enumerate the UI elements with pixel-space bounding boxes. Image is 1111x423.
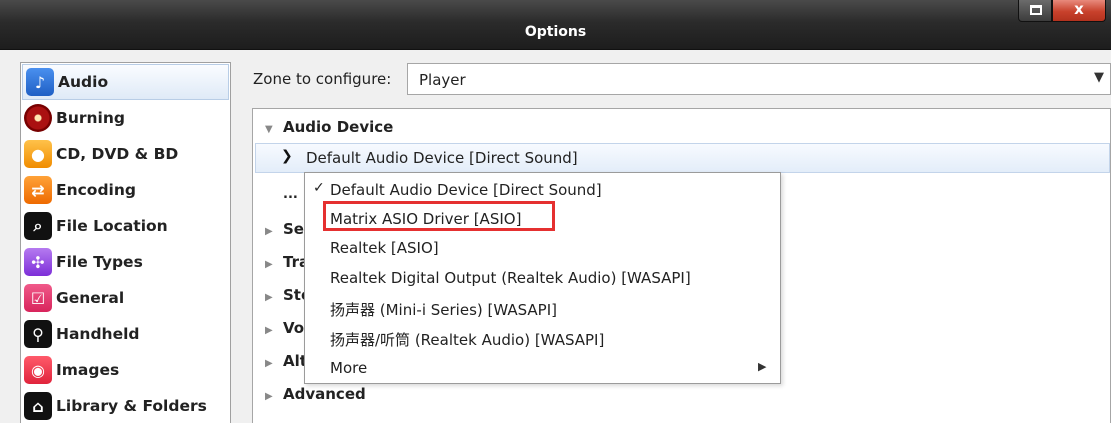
tree-group-audio-device[interactable]: ▼ Audio Device xyxy=(265,118,393,136)
sidebar-item-encoding[interactable]: ⇄ Encoding xyxy=(21,172,230,208)
music-note-icon: ♪ xyxy=(26,68,54,96)
cd-icon: ● xyxy=(24,140,52,168)
dropdown-option[interactable]: Realtek [ASIO] xyxy=(305,235,780,261)
window-title: Options xyxy=(524,24,587,40)
dropdown-option-label: Default Audio Device [Direct Sound] xyxy=(330,181,602,199)
highlight-annotation xyxy=(323,201,555,231)
sidebar-item-label: File Location xyxy=(56,217,168,235)
chevron-down-icon[interactable]: ▼ xyxy=(1094,70,1104,85)
tree-group-alt[interactable]: ▶ Alt xyxy=(265,352,307,370)
sidebar-item-label: Handheld xyxy=(56,325,140,343)
collapsed-triangle-icon[interactable]: ▶ xyxy=(265,292,277,303)
zone-label: Zone to configure: xyxy=(253,70,392,88)
usb-icon: ⚲ xyxy=(24,320,52,348)
dropdown-option-more[interactable]: More ▶ xyxy=(305,355,780,381)
sidebar-item-cd-dvd-bd[interactable]: ● CD, DVD & BD xyxy=(21,136,230,172)
sidebar-item-audio[interactable]: ♪ Audio xyxy=(22,64,229,100)
sidebar-item-file-types[interactable]: ✣ File Types xyxy=(21,244,230,280)
collapsed-triangle-icon[interactable]: ▶ xyxy=(265,391,277,402)
file-location-icon: ⌕ xyxy=(24,212,52,240)
collapsed-triangle-icon[interactable]: ▶ xyxy=(265,358,277,369)
sidebar-item-images[interactable]: ◉ Images xyxy=(21,352,230,388)
sidebar-item-label: Burning xyxy=(56,109,125,127)
sidebar-item-label: General xyxy=(56,289,125,307)
sidebar-item-label: Library & Folders xyxy=(56,397,207,415)
close-icon: x xyxy=(1074,0,1084,18)
tree-group-tra[interactable]: ▶ Tra xyxy=(265,253,309,271)
sidebar-item-handheld[interactable]: ⚲ Handheld xyxy=(21,316,230,352)
dropdown-option[interactable]: 扬声器 (Mini-i Series) [WASAPI] xyxy=(305,295,780,321)
dropdown-option[interactable]: 扬声器/听筒 (Realtek Audio) [WASAPI] xyxy=(305,325,780,351)
submenu-arrow-icon: ▶ xyxy=(758,360,767,373)
collapsed-triangle-icon[interactable]: ▶ xyxy=(265,325,277,336)
tree-group-se[interactable]: ▶ Se xyxy=(265,220,304,238)
tree-group-label: Vo xyxy=(283,319,305,337)
camera-icon: ◉ xyxy=(24,356,52,384)
zone-select-value: Player xyxy=(419,71,466,89)
encoding-icon: ⇄ xyxy=(24,176,52,204)
tree-group-label: Se xyxy=(283,220,304,238)
maximize-icon xyxy=(1030,5,1042,15)
tree-group-advanced[interactable]: ▶ Advanced xyxy=(265,385,366,403)
sidebar-item-label: Images xyxy=(56,361,120,379)
expanded-triangle-icon[interactable]: ▼ xyxy=(265,124,277,135)
tree-group-label: Audio Device xyxy=(283,118,394,136)
chevron-down-icon: ❯ xyxy=(281,148,293,164)
audio-device-dropdown: ✓ Default Audio Device [Direct Sound] Ma… xyxy=(304,172,781,384)
sidebar-item-file-location[interactable]: ⌕ File Location xyxy=(21,208,230,244)
collapsed-triangle-icon[interactable]: ▶ xyxy=(265,226,277,237)
close-button[interactable]: x xyxy=(1052,0,1106,22)
title-bar: Options x xyxy=(0,0,1111,50)
checkmark-icon: ✓ xyxy=(313,180,325,196)
sidebar-item-general[interactable]: ☑ General xyxy=(21,280,230,316)
options-sidebar: ♪ Audio Burning ● CD, DVD & BD ⇄ Encodin… xyxy=(20,62,231,423)
audio-device-value: Default Audio Device [Direct Sound] xyxy=(306,149,578,167)
tree-group-vo[interactable]: ▶ Vo xyxy=(265,319,304,337)
sidebar-item-library-folders[interactable]: ⌂ Library & Folders xyxy=(21,388,230,423)
maximize-button[interactable] xyxy=(1018,0,1052,22)
dropdown-option[interactable]: Realtek Digital Output (Realtek Audio) [… xyxy=(305,265,780,291)
dropdown-option-label: Realtek Digital Output (Realtek Audio) [… xyxy=(330,269,691,287)
audio-device-select[interactable]: ❯ Default Audio Device [Direct Sound] xyxy=(255,143,1110,173)
puzzle-icon: ✣ xyxy=(24,248,52,276)
dropdown-option-label: 扬声器/听筒 (Realtek Audio) [WASAPI] xyxy=(330,331,605,349)
more-settings-button[interactable]: ... xyxy=(283,187,298,202)
dropdown-option-label: 扬声器 (Mini-i Series) [WASAPI] xyxy=(330,301,558,319)
sidebar-item-label: Audio xyxy=(58,73,109,91)
dropdown-option[interactable]: ✓ Default Audio Device [Direct Sound] xyxy=(305,177,780,203)
checkbox-icon: ☑ xyxy=(24,284,52,312)
sidebar-item-label: CD, DVD & BD xyxy=(56,145,179,163)
disc-burn-icon xyxy=(24,104,52,132)
sidebar-item-label: Encoding xyxy=(56,181,136,199)
tree-group-label: Advanced xyxy=(283,385,366,403)
home-icon: ⌂ xyxy=(24,392,52,420)
dropdown-option-label: More xyxy=(330,359,368,377)
dropdown-option-label: Realtek [ASIO] xyxy=(330,239,439,257)
sidebar-item-label: File Types xyxy=(56,253,143,271)
zone-select[interactable]: Player ▼ xyxy=(407,63,1111,95)
sidebar-item-burning[interactable]: Burning xyxy=(21,100,230,136)
collapsed-triangle-icon[interactable]: ▶ xyxy=(265,259,277,270)
